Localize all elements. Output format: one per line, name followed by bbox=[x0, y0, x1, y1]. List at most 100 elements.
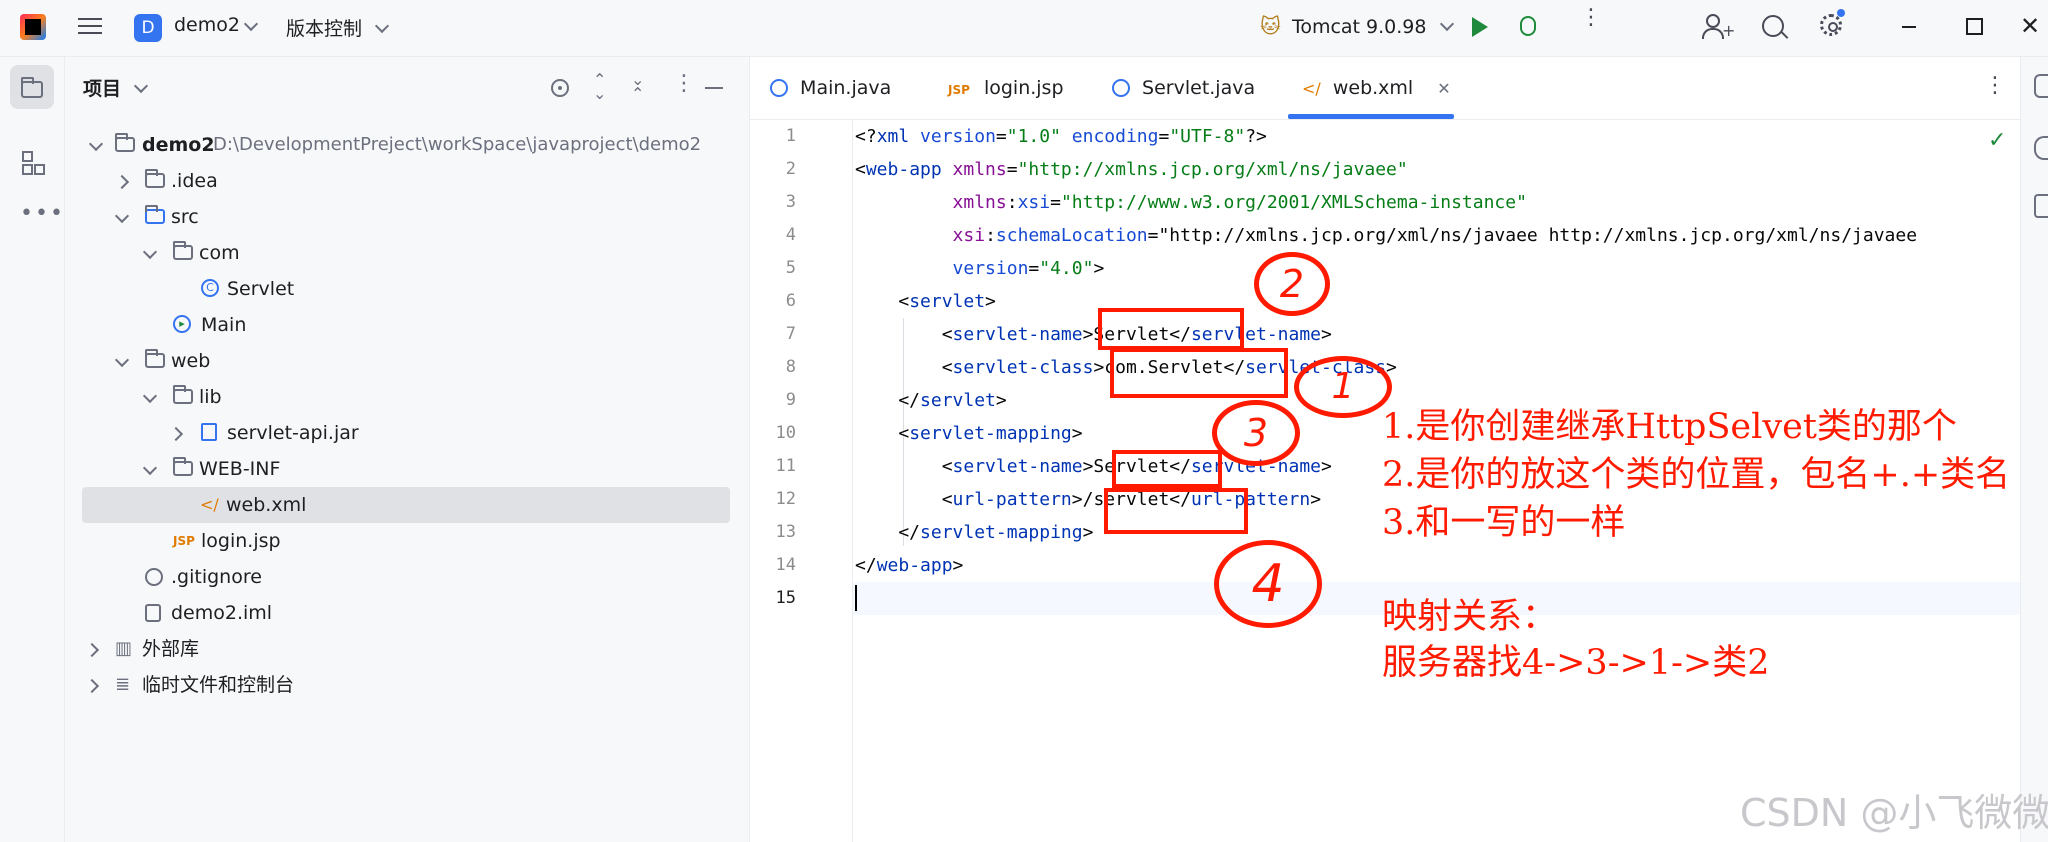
tree-label: .idea bbox=[171, 170, 218, 192]
text-caret bbox=[855, 585, 857, 611]
locate-file-icon[interactable] bbox=[551, 79, 569, 97]
annotation-mapping-title: 映射关系： bbox=[1382, 597, 1558, 637]
jar-icon bbox=[201, 423, 217, 441]
run-config-selector[interactable]: 🐱 Tomcat 9.0.98 bbox=[1260, 14, 1454, 38]
inspection-ok-icon[interactable]: ✓ bbox=[1988, 128, 2006, 153]
chevron-down-icon bbox=[142, 388, 158, 404]
expand-all-icon[interactable]: ⌃ ⌄ bbox=[593, 72, 606, 102]
main-class-icon bbox=[770, 79, 788, 97]
run-config-name: Tomcat 9.0.98 bbox=[1291, 16, 1427, 38]
line-number: 5 bbox=[785, 258, 796, 278]
tab-main-java[interactable]: Main.java bbox=[770, 57, 891, 119]
notifications-icon[interactable] bbox=[2034, 74, 2048, 98]
line-number: 13 bbox=[775, 522, 796, 542]
more-tools-icon[interactable]: ••• bbox=[20, 201, 65, 226]
chevron-right-icon bbox=[84, 678, 100, 694]
tree-label: Servlet bbox=[227, 278, 295, 300]
code-line[interactable]: version="4.0"> bbox=[855, 252, 1105, 285]
chevron-down-icon bbox=[114, 208, 130, 224]
run-icon[interactable] bbox=[1472, 17, 1488, 37]
hide-panel-icon[interactable] bbox=[705, 87, 723, 89]
annotation-note-2: 2.是你的放这个类的位置，包名+.+类名 bbox=[1382, 455, 2011, 495]
maximize-button[interactable] bbox=[1966, 18, 1983, 35]
line-number: 9 bbox=[785, 390, 796, 410]
tree-item-demo2[interactable]: demo2 D:\DevelopmentPreject\workSpace\ja… bbox=[65, 127, 749, 163]
structure-tool-icon[interactable] bbox=[22, 151, 45, 175]
editor-tab-bar: Main.java JSP login.jsp Servlet.java </ … bbox=[750, 57, 2048, 120]
package-icon bbox=[173, 241, 193, 260]
annotation-mark: 2 bbox=[1279, 262, 1305, 306]
scratches-icon: ≣ bbox=[115, 674, 131, 695]
annotation-note-3: 3.和一写的一样 bbox=[1382, 503, 1626, 543]
chevron-right-icon bbox=[168, 426, 184, 442]
more-actions-icon[interactable]: ⋮ bbox=[1580, 7, 1602, 29]
vcs-menu[interactable]: 版本控制 bbox=[286, 14, 390, 41]
debug-icon[interactable] bbox=[1520, 16, 1536, 36]
vcs-label: 版本控制 bbox=[286, 18, 363, 40]
chevron-down-icon bbox=[142, 460, 158, 476]
project-panel: 项目 ⌃ ⌄ ⌄ ⌃ ⋮ demo2 D:\DevelopmentPreject\w… bbox=[65, 57, 750, 842]
line-number: 7 bbox=[785, 324, 796, 344]
ignore-icon bbox=[145, 568, 163, 586]
code-line[interactable]: <servlet> bbox=[855, 285, 996, 318]
active-tab-indicator bbox=[1288, 114, 1454, 119]
tab-web-xml[interactable]: </ web.xml ✕ bbox=[1302, 57, 1451, 119]
ai-assistant-icon[interactable] bbox=[2034, 136, 2048, 160]
close-window-button[interactable]: ✕ bbox=[2020, 14, 2040, 38]
annotation-mark: 4 bbox=[1251, 554, 1285, 614]
jsp-icon: JSP bbox=[173, 534, 195, 548]
line-number: 10 bbox=[775, 423, 796, 443]
collapse-all-icon[interactable]: ⌄ ⌃ bbox=[631, 72, 644, 102]
watermark: CSDN @小飞微微 bbox=[1740, 791, 2048, 835]
line-number: 1 bbox=[785, 126, 796, 146]
tree-label: demo2.iml bbox=[171, 602, 273, 624]
code-line[interactable]: xsi:schemaLocation="http://xmlns.jcp.org… bbox=[855, 219, 2020, 252]
tree-label: src bbox=[171, 206, 199, 228]
tab-label: Main.java bbox=[800, 77, 892, 99]
circled-number-2: 2 bbox=[1254, 252, 1330, 316]
tree-item-web-xml[interactable]: </ web.xml bbox=[82, 487, 730, 523]
line-number-gutter: 1 2 3 4 5 6 7 8 9 10 11 12 13 14 15 bbox=[750, 120, 853, 842]
project-panel-title-label: 项目 bbox=[83, 78, 122, 100]
app-logo-icon[interactable] bbox=[20, 14, 46, 40]
add-user-icon[interactable]: + bbox=[1702, 14, 1735, 40]
tree-label: WEB-INF bbox=[199, 458, 281, 480]
code-line[interactable]: <servlet-name>Servlet</servlet-name> bbox=[855, 318, 1332, 351]
project-tool-button[interactable] bbox=[10, 65, 54, 109]
tree-label: .gitignore bbox=[171, 566, 262, 588]
tab-login-jsp[interactable]: JSP login.jsp bbox=[948, 57, 1064, 119]
code-line[interactable]: </servlet> bbox=[855, 384, 1006, 417]
line-number: 12 bbox=[775, 489, 796, 509]
iml-icon bbox=[145, 604, 161, 622]
tab-servlet-java[interactable]: Servlet.java bbox=[1112, 57, 1255, 119]
minimize-button[interactable] bbox=[1902, 26, 1916, 28]
annotation-mark: 1 bbox=[1331, 366, 1355, 407]
editor-options-icon[interactable]: ⋮ bbox=[1984, 73, 2006, 98]
code-line[interactable]: </servlet-mapping> bbox=[855, 516, 1093, 549]
highlight-box-servlet-name bbox=[1098, 308, 1244, 350]
line-number: 8 bbox=[785, 357, 796, 377]
code-line[interactable]: <servlet-mapping> bbox=[855, 417, 1082, 450]
xml-icon: </ bbox=[1302, 79, 1321, 98]
search-icon[interactable] bbox=[1762, 15, 1789, 39]
code-line[interactable]: <url-pattern>/servlet</url-pattern> bbox=[855, 483, 1321, 516]
tree-label: login.jsp bbox=[201, 530, 281, 552]
tree-label: Main bbox=[201, 314, 247, 336]
code-line[interactable]: <web-app xmlns="http://xmlns.jcp.org/xml… bbox=[855, 153, 1408, 186]
database-icon[interactable] bbox=[2034, 194, 2048, 218]
code-line[interactable]: <?xml version="1.0" encoding="UTF-8"?> bbox=[855, 120, 1267, 153]
tab-label: web.xml bbox=[1332, 77, 1414, 99]
library-icon: ▥ bbox=[115, 638, 133, 659]
close-tab-icon[interactable]: ✕ bbox=[1437, 79, 1450, 98]
code-line[interactable]: </web-app> bbox=[855, 549, 963, 582]
settings-gear-icon[interactable] bbox=[1820, 9, 1845, 36]
chevron-right-icon bbox=[114, 174, 130, 190]
highlight-box-servlet-class bbox=[1110, 348, 1288, 398]
code-line[interactable]: xmlns:xsi="http://www.w3.org/2001/XMLSch… bbox=[855, 186, 1527, 219]
module-folder-icon bbox=[115, 133, 135, 152]
project-panel-title[interactable]: 项目 bbox=[83, 74, 148, 101]
tree-label: web bbox=[171, 350, 211, 372]
options-icon[interactable]: ⋮ bbox=[673, 73, 695, 95]
main-menu-icon[interactable] bbox=[78, 16, 102, 36]
right-tool-strip bbox=[2020, 57, 2048, 842]
